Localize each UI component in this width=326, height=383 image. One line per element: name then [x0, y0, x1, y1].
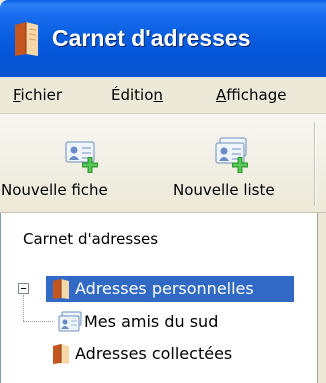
panel-header-label: Carnet d'adresses — [23, 230, 159, 248]
tree-connector — [23, 295, 24, 321]
title-bar[interactable]: Carnet d'adresses — [0, 0, 326, 77]
tree-connector — [23, 321, 53, 322]
tree-item-label: Adresses collectées — [75, 344, 233, 363]
collapse-toggle[interactable] — [18, 283, 29, 294]
toolbar-separator — [314, 122, 316, 206]
address-book-icon — [53, 279, 69, 299]
new-list-icon — [215, 137, 248, 173]
menu-affichage[interactable]: Affichage — [216, 86, 286, 104]
menu-fichier[interactable]: Fichier — [13, 86, 62, 104]
menu-edition[interactable]: Édition — [111, 86, 163, 104]
tree-item-adresses-collectees[interactable]: Adresses collectées — [46, 341, 294, 367]
address-book-icon — [53, 344, 69, 364]
tree-item-mes-amis-du-sud[interactable]: Mes amis du sud — [57, 309, 297, 335]
new-card-icon — [65, 141, 98, 173]
mailing-list-icon — [58, 311, 82, 332]
window-title: Carnet d'adresses — [52, 25, 251, 51]
menu-bar: Fichier Édition Affichage — [0, 77, 326, 114]
new-list-label: Nouvelle liste — [173, 181, 275, 199]
splitter[interactable] — [318, 213, 326, 383]
new-card-button[interactable]: Nouvelle fiche — [0, 114, 165, 212]
tree-item-label: Mes amis du sud — [84, 312, 219, 331]
new-card-label: Nouvelle fiche — [1, 181, 108, 199]
panel-header: Carnet d'adresses — [1, 213, 317, 264]
address-book-icon — [15, 22, 38, 56]
tree-item-adresses-personnelles[interactable]: Adresses personnelles — [46, 276, 294, 302]
tree-item-label: Adresses personnelles — [75, 279, 254, 298]
address-book-tree-panel: Carnet d'adresses Adresses personnelles … — [0, 213, 326, 383]
toolbar: Nouvelle fiche Nouvelle liste — [0, 114, 326, 213]
new-list-button[interactable]: Nouvelle liste — [166, 114, 314, 212]
